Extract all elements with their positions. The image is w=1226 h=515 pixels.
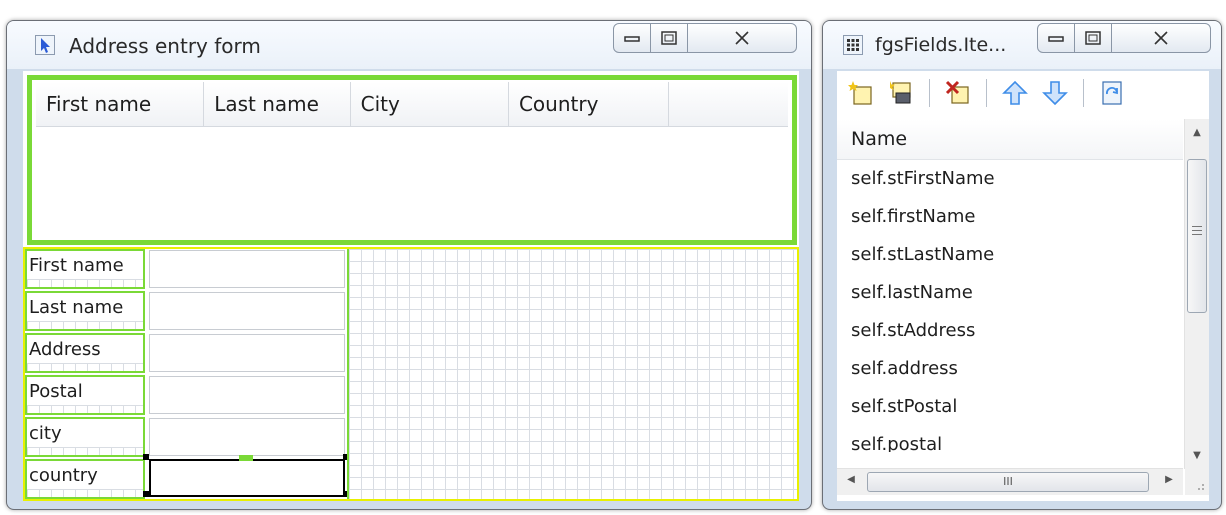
side-window-title: fgsFields.Ite... — [875, 34, 1007, 56]
collection-toolbar — [837, 71, 1209, 115]
column-header-last-name[interactable]: Last name — [204, 82, 351, 126]
items-list[interactable]: Name self.stFirstName self.firstName sel… — [837, 119, 1183, 469]
horizontal-scroll-thumb[interactable]: III — [867, 472, 1149, 492]
insert-item-button[interactable] — [883, 76, 919, 110]
input-address[interactable] — [149, 334, 345, 372]
title-bar[interactable]: Address entry form — [7, 21, 811, 69]
minimize-button[interactable] — [613, 23, 651, 53]
label-postal[interactable]: Postal — [25, 375, 145, 415]
collection-editor-icon — [843, 35, 863, 55]
list-item[interactable]: self.stFirstName — [837, 160, 1183, 198]
new-item-button[interactable] — [843, 76, 879, 110]
address-entry-window: Address entry form First name Last name … — [6, 20, 812, 510]
scroll-left-arrow-icon[interactable]: ◀ — [839, 474, 863, 485]
toolbar-separator — [929, 79, 930, 107]
list-item[interactable]: self.stAddress — [837, 312, 1183, 350]
side-title-bar[interactable]: fgsFields.Ite... — [823, 21, 1221, 69]
form-client-area: First name Last name City Country First … — [23, 71, 799, 501]
label-last-name[interactable]: Last name — [25, 291, 145, 331]
list-item[interactable]: self.postal — [837, 426, 1183, 452]
input-first-name[interactable] — [149, 250, 345, 288]
new-item-icon — [848, 81, 872, 105]
move-down-icon — [1042, 81, 1068, 106]
vertical-scrollbar[interactable]: ▲ ▼ — [1184, 119, 1209, 469]
input-city[interactable] — [149, 418, 345, 456]
maximize-button[interactable] — [650, 23, 688, 53]
column-header-city[interactable]: City — [351, 82, 509, 126]
side-minimize-button[interactable] — [1037, 23, 1075, 53]
list-item[interactable]: self.stLastName — [837, 236, 1183, 274]
window-title: Address entry form — [69, 34, 261, 58]
properties-icon — [1102, 81, 1122, 105]
input-country[interactable] — [149, 459, 345, 497]
move-down-button[interactable] — [1037, 76, 1073, 110]
input-postal[interactable] — [149, 376, 345, 414]
toolbar-separator — [986, 79, 987, 107]
close-button[interactable] — [687, 23, 797, 53]
fields-items-window: fgsFields.Ite... Name self.stFirstName s… — [822, 20, 1222, 510]
collection-client-area: Name self.stFirstName self.firstName sel… — [837, 71, 1209, 501]
form-designer-icon — [35, 35, 55, 55]
grid-header: First name Last name City Country — [36, 82, 788, 127]
move-up-icon — [1002, 80, 1028, 105]
list-item[interactable]: self.stPostal — [837, 388, 1183, 426]
label-first-name[interactable]: First name — [25, 249, 145, 289]
label-city[interactable]: city — [25, 417, 145, 457]
label-country[interactable]: country — [25, 459, 145, 499]
list-header-name[interactable]: Name — [837, 119, 1183, 160]
list-item[interactable]: self.lastName — [837, 274, 1183, 312]
delete-item-button[interactable] — [940, 76, 976, 110]
column-header-country[interactable]: Country — [509, 82, 670, 126]
properties-button[interactable] — [1094, 76, 1130, 110]
list-item[interactable]: self.firstName — [837, 198, 1183, 236]
move-up-button[interactable] — [997, 76, 1033, 110]
insert-item-icon — [890, 81, 911, 104]
scroll-down-arrow-icon[interactable]: ▼ — [1185, 450, 1209, 461]
side-maximize-button[interactable] — [1074, 23, 1112, 53]
scroll-right-arrow-icon[interactable]: ▶ — [1157, 474, 1181, 485]
side-close-button[interactable] — [1111, 23, 1211, 53]
field-panel: First name Last name Address Postal city… — [25, 249, 349, 499]
designer-grid-surface[interactable]: First name Last name Address Postal city… — [23, 247, 799, 501]
anchor-handle[interactable] — [239, 455, 253, 461]
toolbar-separator — [1083, 79, 1084, 107]
label-address[interactable]: Address — [25, 333, 145, 373]
input-last-name[interactable] — [149, 292, 345, 330]
address-grid[interactable]: First name Last name City Country — [27, 75, 797, 245]
resize-handle[interactable] — [143, 491, 149, 497]
delete-item-icon — [945, 80, 969, 104]
column-header-first-name[interactable]: First name — [36, 82, 205, 126]
column-header-empty — [669, 82, 788, 126]
layout-splitter[interactable] — [347, 249, 349, 499]
resize-handle[interactable] — [143, 454, 149, 460]
vertical-scroll-thumb[interactable] — [1187, 159, 1207, 313]
size-grip-icon[interactable] — [1185, 469, 1209, 495]
scroll-up-arrow-icon[interactable]: ▲ — [1185, 127, 1209, 138]
list-item[interactable]: self.address — [837, 350, 1183, 388]
horizontal-scrollbar[interactable]: ◀ III ▶ — [837, 468, 1183, 495]
